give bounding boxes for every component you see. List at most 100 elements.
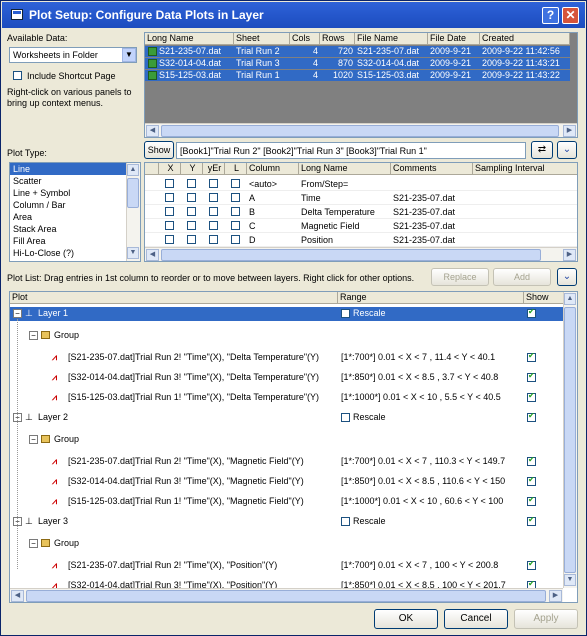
group-row[interactable]: − Group	[10, 537, 563, 551]
scroll-thumb[interactable]	[26, 590, 546, 602]
plot-row[interactable]: ⩘ [S32-014-04.dat]Trial Run 3! "Time"(X),…	[10, 371, 563, 385]
plot-show-checkbox[interactable]	[527, 455, 536, 466]
columns-hscroll[interactable]: ◀ ▶	[145, 247, 577, 261]
add-button[interactable]: Add	[493, 268, 551, 286]
plot-row[interactable]: ⩘ [S21-235-07.dat]Trial Run 2! "Time"(X),…	[10, 455, 563, 469]
plot-type-item[interactable]: Area	[10, 211, 126, 223]
plot-type-item[interactable]: Line + Symbol	[10, 187, 126, 199]
scroll-up-icon[interactable]: ▲	[564, 293, 576, 305]
scroll-left-icon[interactable]: ◀	[146, 125, 159, 137]
plot-show-checkbox[interactable]	[527, 495, 536, 506]
range-column-header[interactable]: Range	[338, 292, 524, 304]
scroll-right-icon[interactable]: ▶	[549, 590, 562, 602]
scroll-thumb[interactable]	[161, 249, 541, 261]
plot-show-checkbox[interactable]	[527, 559, 536, 570]
plot-show-checkbox[interactable]	[527, 371, 536, 382]
scroll-right-icon[interactable]: ▶	[563, 125, 576, 137]
available-header[interactable]: Sheet	[234, 33, 290, 45]
available-header[interactable]: File Name	[355, 33, 428, 45]
plot-list-hscroll[interactable]: ◀ ▶	[10, 588, 563, 602]
column-role-checkbox[interactable]	[209, 193, 218, 202]
layer-show-checkbox[interactable]	[527, 515, 536, 526]
plot-type-item[interactable]: Scatter	[10, 175, 126, 187]
plot-type-item[interactable]: Fill Area	[10, 235, 126, 247]
columns-header[interactable]: Sampling Interval	[473, 163, 577, 175]
column-role-checkbox[interactable]	[231, 221, 240, 230]
close-button[interactable]: ✕	[562, 7, 579, 24]
scroll-thumb[interactable]	[161, 125, 559, 137]
column-row[interactable]: A Time S21-235-07.dat	[145, 191, 577, 205]
plot-row[interactable]: ⩘ [S21-235-07.dat]Trial Run 2! "Time"(X),…	[10, 559, 563, 573]
ok-button[interactable]: OK	[374, 609, 438, 629]
plot-row[interactable]: ⩘ [S15-125-03.dat]Trial Run 1! "Time"(X),…	[10, 391, 563, 405]
plot-type-list[interactable]: Line Scatter Line + Symbol Column / Bar Area…	[9, 162, 141, 262]
layer-row[interactable]: − ⊥ Layer 1 Rescale	[10, 307, 563, 321]
column-row[interactable]: <auto> From/Step=	[145, 177, 577, 191]
show-button[interactable]: Show	[144, 141, 174, 159]
layer-row[interactable]: − ⊥ Layer 3 Rescale	[10, 515, 563, 529]
available-data-table[interactable]: Long Name Sheet Cols Rows File Name File Date…	[144, 32, 578, 138]
available-hscroll[interactable]: ◀ ▶	[145, 123, 577, 137]
column-role-checkbox[interactable]	[165, 179, 174, 188]
column-role-checkbox[interactable]	[209, 221, 218, 230]
plot-row[interactable]: ⩘ [S32-014-04.dat]Trial Run 3! "Time"(X),…	[10, 475, 563, 489]
plot-type-item[interactable]: Stack Area	[10, 223, 126, 235]
columns-header[interactable]: Comments	[391, 163, 473, 175]
cancel-button[interactable]: Cancel	[444, 609, 508, 629]
column-role-checkbox[interactable]	[187, 221, 196, 230]
columns-table[interactable]: X YyEr L Column Long Name Comments Sampling In…	[144, 162, 578, 262]
columns-header[interactable]: Column	[247, 163, 299, 175]
column-role-checkbox[interactable]	[209, 207, 218, 216]
collapse-icon[interactable]: −	[29, 435, 38, 444]
layer-row[interactable]: − ⊥ Layer 2 Rescale	[10, 411, 563, 425]
layer-show-checkbox[interactable]	[527, 411, 536, 422]
plot-type-item[interactable]: Line	[10, 163, 126, 175]
available-data-dropdown[interactable]: Worksheets in Folder ▼	[9, 47, 137, 63]
column-row[interactable]: B Delta Temperature S21-235-07.dat	[145, 205, 577, 219]
replace-button[interactable]: Replace	[431, 268, 489, 286]
column-role-checkbox[interactable]	[165, 235, 174, 244]
plot-row[interactable]: ⩘ [S21-235-07.dat]Trial Run 2! "Time"(X),…	[10, 351, 563, 365]
scroll-down-icon[interactable]: ▼	[127, 247, 139, 259]
columns-header[interactable]: X	[159, 163, 181, 175]
scroll-down-icon[interactable]: ▼	[564, 574, 576, 586]
scroll-thumb[interactable]	[564, 307, 576, 573]
available-header[interactable]: File Date	[428, 33, 480, 45]
help-button[interactable]: ?	[542, 7, 559, 24]
apply-button[interactable]: Apply	[514, 609, 578, 629]
swap-icon[interactable]: ⇄	[531, 141, 553, 159]
column-role-checkbox[interactable]	[231, 193, 240, 202]
column-role-checkbox[interactable]	[165, 221, 174, 230]
columns-header[interactable]: L	[225, 163, 247, 175]
columns-header[interactable]: Long Name	[299, 163, 391, 175]
column-role-checkbox[interactable]	[187, 193, 196, 202]
rescale-checkbox[interactable]	[341, 309, 350, 318]
available-header[interactable]: Rows	[320, 33, 355, 45]
plot-show-checkbox[interactable]	[527, 475, 536, 486]
column-role-checkbox[interactable]	[187, 207, 196, 216]
column-role-checkbox[interactable]	[231, 207, 240, 216]
scroll-left-icon[interactable]: ◀	[146, 249, 159, 261]
plot-list-vscroll[interactable]: ▲ ▼	[563, 292, 577, 588]
available-row[interactable]: S15-125-03.dat Trial Run 1 4 1020 S15-125-03…	[145, 70, 577, 81]
group-row[interactable]: − Group	[10, 329, 563, 343]
show-column-header[interactable]: Show	[524, 292, 564, 304]
plot-type-item[interactable]: Column / Bar	[10, 199, 126, 211]
column-role-checkbox[interactable]	[231, 179, 240, 188]
column-role-checkbox[interactable]	[187, 235, 196, 244]
plot-type-vscroll[interactable]: ▲ ▼	[126, 163, 140, 261]
available-row[interactable]: S32-014-04.dat Trial Run 3 4 870 S32-014-04.…	[145, 58, 577, 69]
column-role-checkbox[interactable]	[165, 207, 174, 216]
available-header[interactable]: Cols	[290, 33, 320, 45]
rescale-checkbox[interactable]	[341, 413, 350, 422]
scroll-left-icon[interactable]: ◀	[11, 590, 24, 602]
plot-show-checkbox[interactable]	[527, 391, 536, 402]
collapse-icon[interactable]: −	[29, 539, 38, 548]
scroll-thumb[interactable]	[127, 178, 139, 208]
plot-column-header[interactable]: Plot	[10, 292, 338, 304]
columns-header[interactable]: Y	[181, 163, 203, 175]
scroll-up-icon[interactable]: ▲	[127, 164, 139, 176]
columns-header[interactable]: yEr	[203, 163, 225, 175]
available-header[interactable]: Created	[480, 33, 570, 45]
column-row[interactable]: C Magnetic Field S21-235-07.dat	[145, 219, 577, 233]
